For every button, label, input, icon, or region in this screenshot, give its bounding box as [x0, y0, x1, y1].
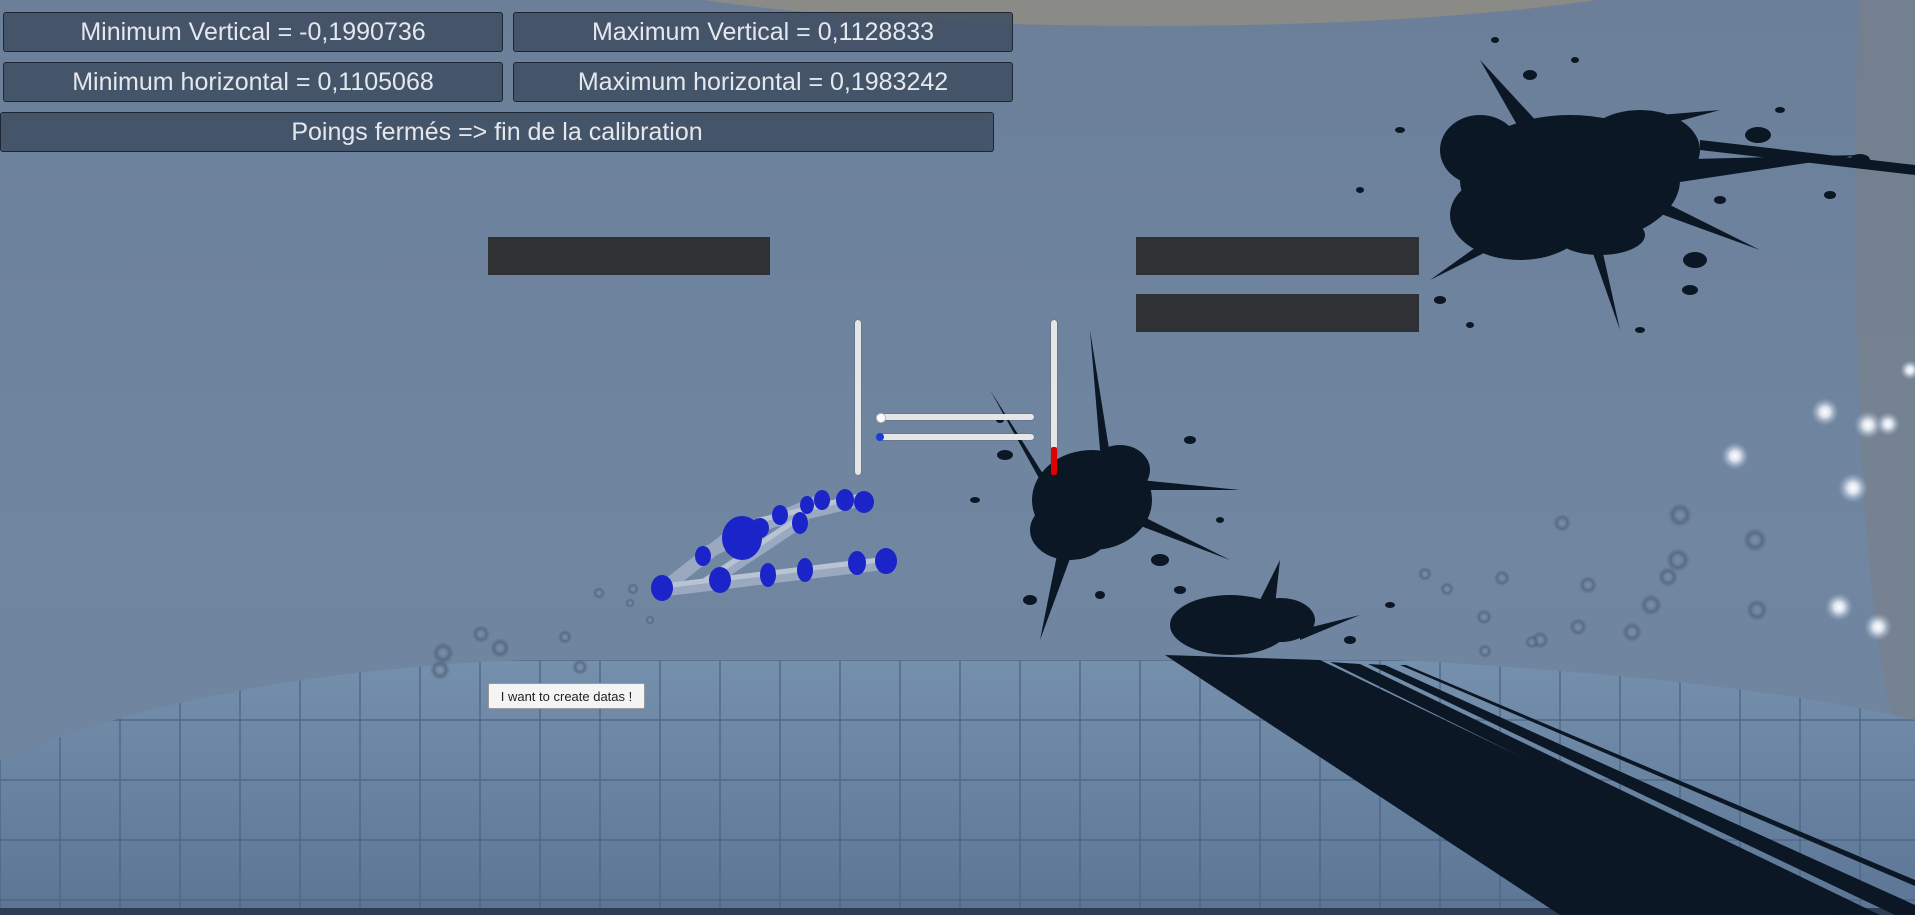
calibration-instruction-text: Poings fermés => fin de la calibration: [291, 117, 703, 146]
max-horizontal-text: Maximum horizontal = 0,1983242: [577, 67, 949, 96]
left-dark-bar: [488, 237, 770, 275]
vertical-slider-left[interactable]: [855, 320, 861, 475]
min-horizontal-text: Minimum horizontal = 0,1105068: [72, 67, 434, 96]
right-dark-bar-bottom: [1136, 294, 1419, 332]
horizontal-slider-bottom-handle[interactable]: [876, 433, 884, 441]
right-dark-bar-top: [1136, 237, 1419, 275]
vertical-slider-right[interactable]: [1051, 320, 1057, 475]
horizontal-slider-top-handle[interactable]: [876, 413, 886, 423]
max-horizontal-panel: Maximum horizontal = 0,1983242: [513, 62, 1013, 102]
calibration-instruction-panel: Poings fermés => fin de la calibration: [0, 112, 994, 152]
max-vertical-panel: Maximum Vertical = 0,1128833: [513, 12, 1013, 52]
create-data-button[interactable]: I want to create datas !: [488, 683, 645, 709]
min-vertical-panel: Minimum Vertical = -0,1990736: [3, 12, 503, 52]
min-horizontal-panel: Minimum horizontal = 0,1105068: [3, 62, 503, 102]
horizontal-slider-top[interactable]: [876, 413, 1034, 423]
max-vertical-text: Maximum Vertical = 0,1128833: [591, 17, 935, 46]
horizontal-slider-bottom[interactable]: [876, 433, 1034, 441]
min-vertical-text: Minimum Vertical = -0,1990736: [80, 17, 426, 46]
create-data-button-label: I want to create datas !: [500, 688, 633, 704]
vertical-slider-right-fill: [1051, 447, 1057, 475]
